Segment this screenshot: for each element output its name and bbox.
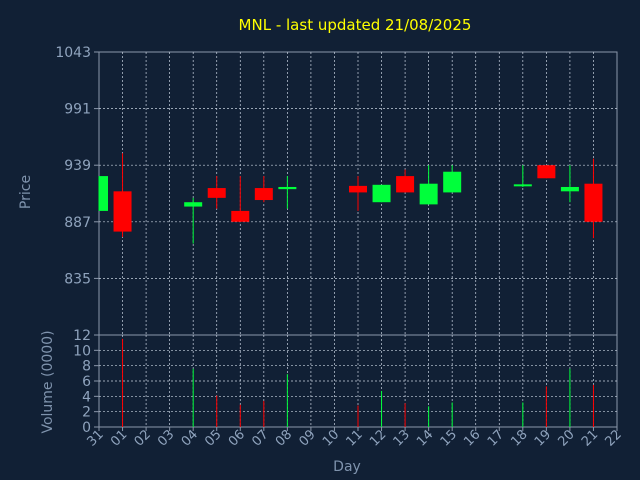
x-tick-label: 03	[155, 427, 177, 449]
price-tick-label: 1043	[55, 45, 91, 61]
volume-tick-label: 12	[73, 328, 91, 344]
candle-21	[584, 158, 603, 239]
candle-01	[113, 153, 132, 238]
candle-body	[443, 171, 462, 193]
x-tick-label: 10	[320, 427, 342, 449]
candle-05	[207, 176, 226, 209]
x-tick-label: 22	[603, 427, 625, 449]
x-tick-label: 02	[132, 427, 154, 449]
candle-body	[231, 210, 250, 222]
candle-body	[584, 183, 603, 222]
x-tick-label: 16	[461, 427, 483, 449]
volume-tick-label: 8	[82, 359, 91, 375]
candle-body	[513, 184, 532, 187]
candle-body	[113, 191, 132, 232]
volume-tick-label: 2	[82, 405, 91, 421]
candle-14	[419, 165, 438, 205]
volume-axis-label: Volume (0000)	[40, 330, 56, 433]
candle-body	[99, 176, 108, 211]
x-tick-label: 07	[249, 427, 271, 449]
price-tick-label: 991	[64, 102, 91, 118]
price-tick-label: 835	[64, 271, 91, 287]
candle-12	[372, 184, 391, 203]
x-tick-label: 13	[391, 427, 413, 449]
candle-13	[396, 169, 415, 193]
volume-panel: 024681012	[73, 328, 618, 436]
candle-19	[537, 165, 556, 179]
candle-body	[372, 184, 391, 203]
stock-chart: MNL - last updated 21/08/2025 Price Volu…	[18, 16, 625, 475]
candle-body	[254, 188, 273, 201]
candle-body	[537, 165, 556, 179]
candle-15	[443, 165, 462, 193]
x-tick-label: 06	[226, 427, 248, 449]
x-tick-label: 19	[532, 427, 554, 449]
x-tick-label: 14	[414, 427, 436, 449]
price-tick-label: 887	[64, 215, 91, 231]
volume-tick-label: 10	[73, 343, 91, 359]
candle-04	[184, 197, 203, 244]
day-axis-label: Day	[333, 459, 361, 475]
x-tick-label: 15	[438, 427, 460, 449]
candle-body	[207, 188, 226, 198]
x-tick-label: 05	[202, 427, 224, 449]
chart-title: MNL - last updated 21/08/2025	[239, 16, 472, 34]
price-panel: 835 887 939 991 1043	[55, 45, 618, 336]
candle-body	[419, 183, 438, 205]
candle-body	[349, 185, 367, 193]
x-tick-label: 21	[579, 427, 601, 449]
candle-body	[278, 186, 297, 190]
x-tick-label: 09	[296, 427, 318, 449]
price-axis-label: Price	[18, 175, 34, 209]
volume-tick-label: 6	[82, 374, 91, 390]
volume-tick-label: 4	[82, 389, 91, 405]
candle-18	[513, 165, 532, 187]
x-tick-label: 12	[367, 427, 389, 449]
candle-20	[560, 165, 579, 203]
x-tick-label: 11	[344, 427, 366, 449]
x-tick-label: 04	[179, 427, 201, 449]
x-tick-label: 18	[508, 427, 530, 449]
candle-08	[278, 176, 297, 209]
x-tick-label: 01	[108, 427, 130, 449]
candle-11	[349, 176, 367, 211]
candle-body	[184, 202, 203, 207]
x-tick-labels: 31 01 02 03 04 05 06 07 08 09 10 11 12 13 14 15 16 17 18 19…	[85, 427, 625, 450]
candle-body	[560, 186, 579, 192]
candle-07	[254, 176, 273, 203]
price-tick-label: 939	[64, 158, 91, 174]
x-tick-label: 17	[485, 427, 507, 449]
x-tick-label: 20	[555, 427, 577, 449]
candle-body	[396, 176, 415, 193]
candle-31	[98, 176, 108, 211]
candle-06	[231, 176, 250, 222]
x-tick-label: 08	[273, 427, 295, 449]
